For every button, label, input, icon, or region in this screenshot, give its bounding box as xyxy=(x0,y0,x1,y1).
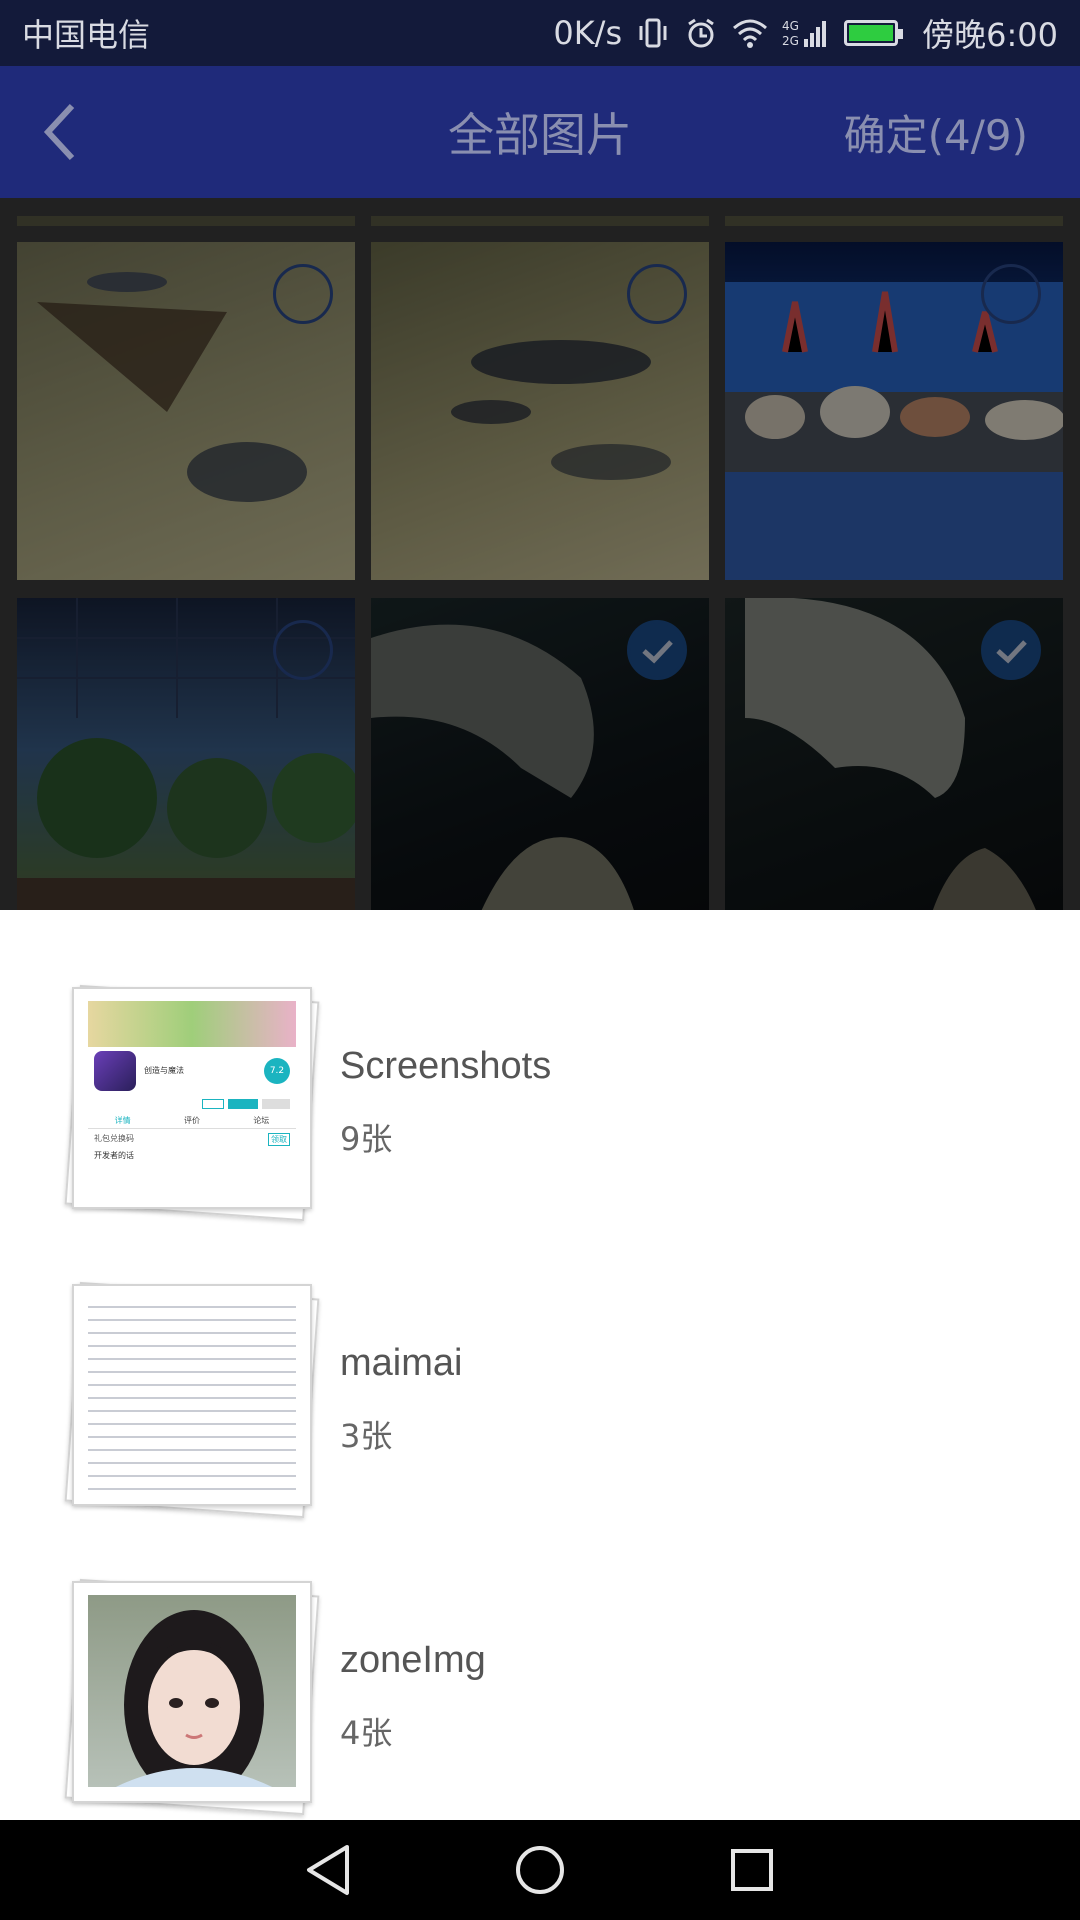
photo-grid xyxy=(0,198,1080,910)
album-count: 4张 xyxy=(340,1714,393,1752)
album-item-zoneimg[interactable]: zoneImg 4张 xyxy=(0,1548,1080,1845)
recents-square-icon[interactable] xyxy=(727,1845,777,1895)
album-count: 9张 xyxy=(340,1120,393,1158)
album-thumbnail: 创造与魔法 7.2 详情 评价 论坛 礼包兑换码 领取 开发者的话 xyxy=(60,983,340,1223)
portrait-photo xyxy=(88,1594,296,1787)
album-name: Screenshots xyxy=(340,1045,552,1087)
app-icon xyxy=(94,1050,136,1091)
text-document-preview xyxy=(88,1297,296,1490)
album-list-sheet: 创造与魔法 7.2 详情 评价 论坛 礼包兑换码 领取 开发者的话 Screen… xyxy=(0,910,1080,1820)
net-speed: 0K/s xyxy=(553,14,623,52)
signal-icon: 4G 2G xyxy=(782,17,830,49)
album-count: 3张 xyxy=(340,1417,393,1455)
chevron-left-icon xyxy=(43,103,75,161)
back-triangle-icon[interactable] xyxy=(303,1843,353,1897)
album-item-screenshots[interactable]: 创造与魔法 7.2 详情 评价 论坛 礼包兑换码 领取 开发者的话 Screen… xyxy=(0,954,1080,1251)
status-bar: 中国电信 0K/s 4G 2G 傍晚6:00 xyxy=(0,0,1080,66)
alarm-icon xyxy=(684,16,718,50)
album-thumbnail xyxy=(60,1577,340,1817)
album-name: maimai xyxy=(340,1342,463,1384)
album-name: zoneImg xyxy=(340,1639,486,1681)
svg-text:2G: 2G xyxy=(782,34,799,48)
album-item-maimai[interactable]: maimai 3张 xyxy=(0,1251,1080,1548)
title-bar: 全部图片 确定(4/9) xyxy=(0,66,1080,198)
wifi-icon xyxy=(732,18,768,48)
svg-text:4G: 4G xyxy=(782,19,799,33)
battery-icon xyxy=(844,20,904,46)
album-thumbnail xyxy=(60,1280,340,1520)
album-info: maimai 3张 xyxy=(340,1342,462,1457)
back-button[interactable] xyxy=(0,66,120,198)
carrier-label: 中国电信 xyxy=(22,16,151,54)
status-icons: 0K/s 4G 2G 傍晚6:00 xyxy=(553,10,1058,56)
dim-overlay[interactable] xyxy=(0,198,1080,910)
confirm-button[interactable]: 确定(4/9) xyxy=(844,102,1080,163)
clock: 傍晚6:00 xyxy=(922,16,1058,54)
home-circle-icon[interactable] xyxy=(513,1843,567,1897)
album-info: zoneImg 4张 xyxy=(340,1639,486,1754)
navigation-bar xyxy=(0,1820,1080,1920)
vibrate-icon xyxy=(636,16,670,50)
album-info: Screenshots 9张 xyxy=(340,1045,551,1160)
